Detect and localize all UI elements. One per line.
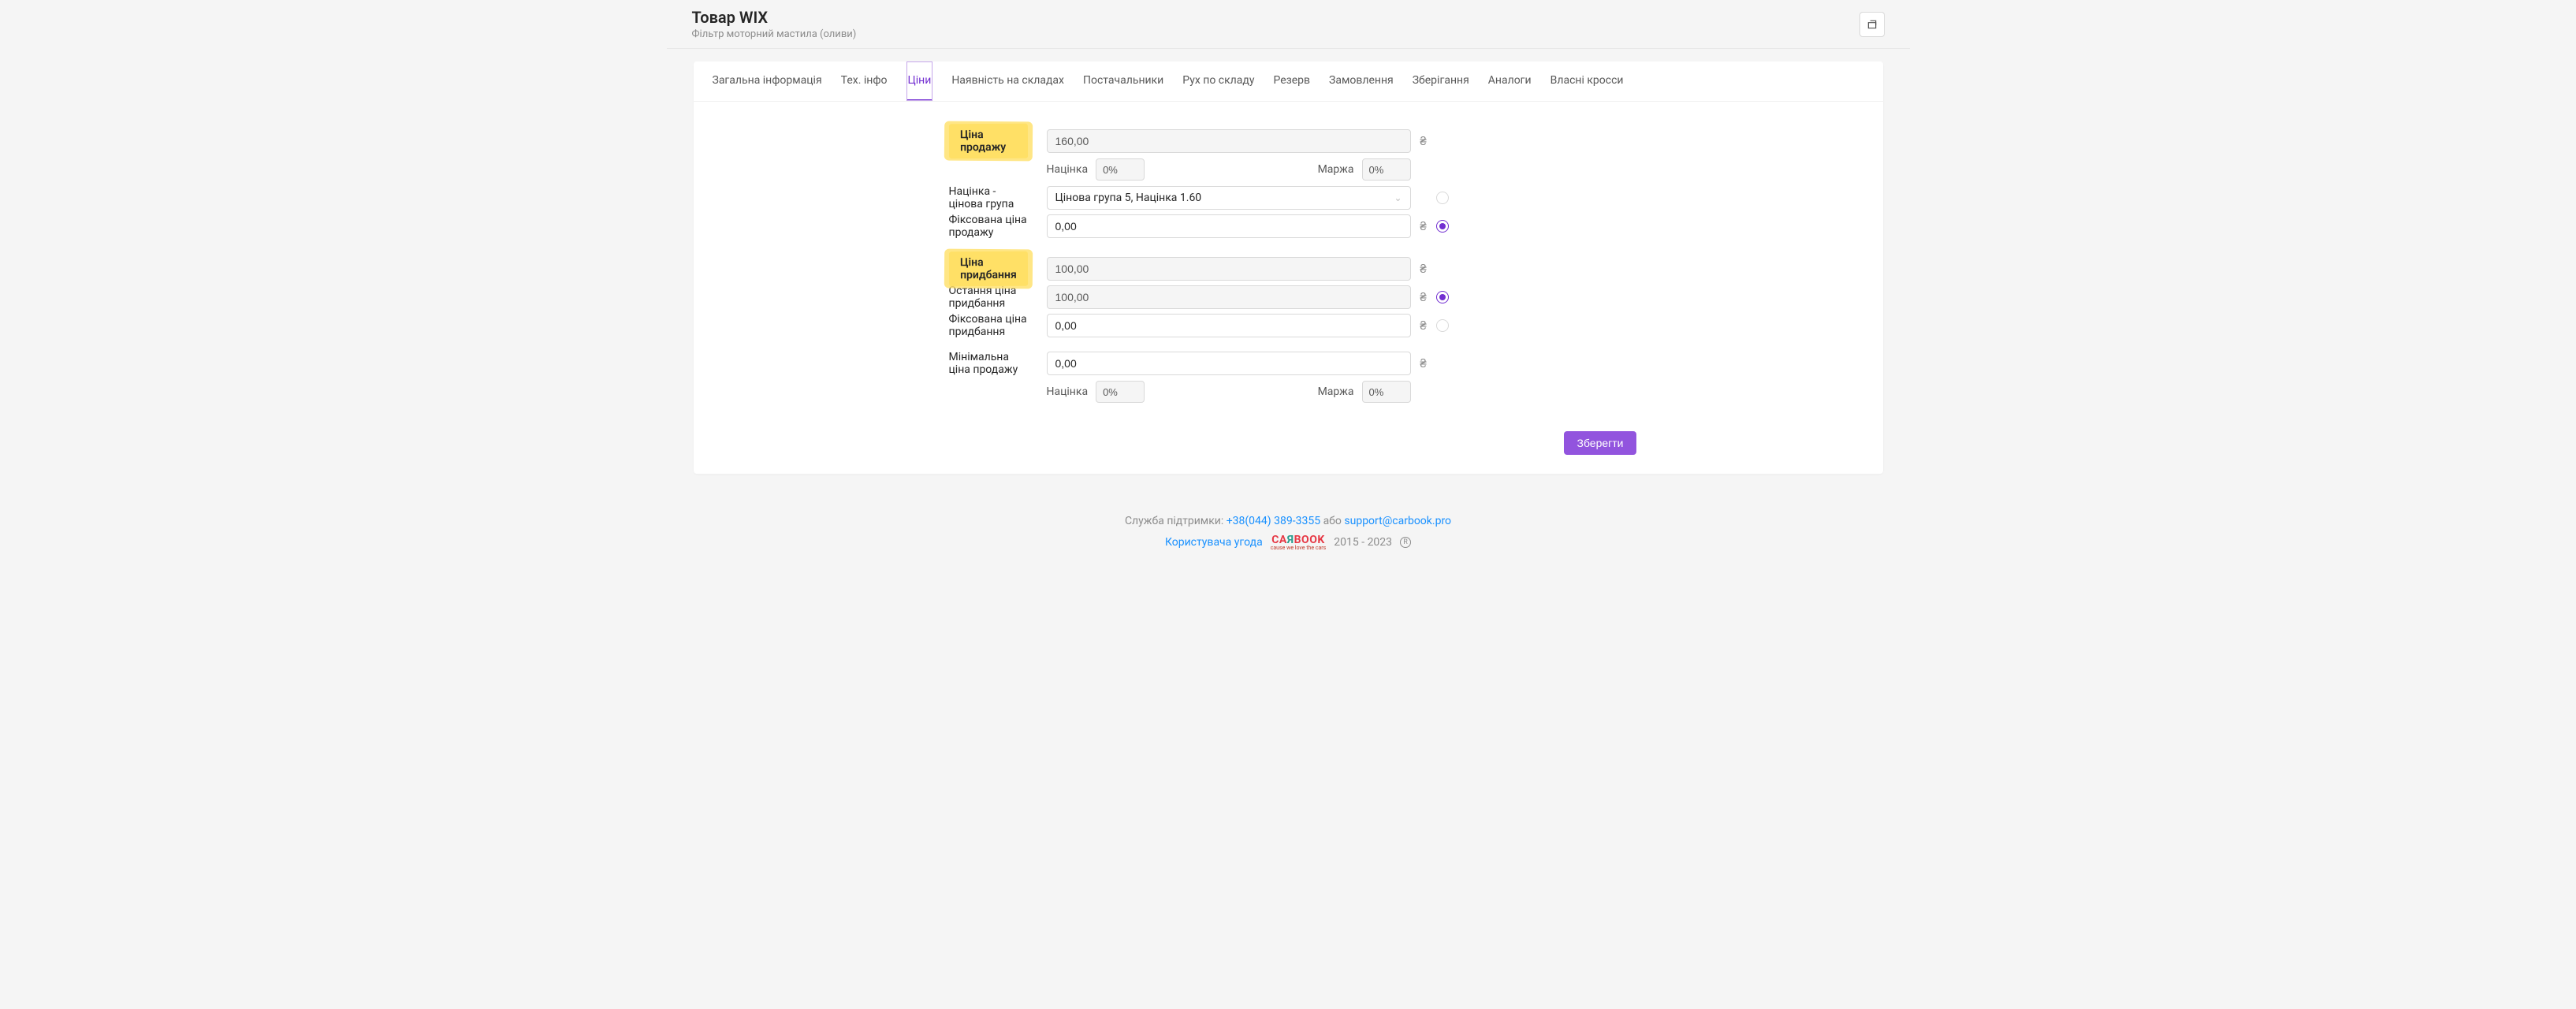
input-min-margin[interactable] [1362, 381, 1411, 403]
tab-orders[interactable]: Замовлення [1329, 61, 1394, 101]
footer-copyright: 2015 - 2023 [1334, 536, 1392, 549]
row-sale-markup: Націнка Маржа ₴ [1047, 155, 1449, 184]
label-min-sale: Мінімальна ціна продажу [949, 349, 1028, 378]
row-purchase-price: ₴ [1047, 255, 1449, 283]
form-area: Ціна продажу Націнка - цінова група Фікс… [694, 102, 1883, 425]
select-markup-group-value: Цінова група 5, Націнка 1.60 [1055, 192, 1202, 204]
row-fixed-purchase: ₴ [1047, 311, 1449, 340]
input-sale-margin[interactable] [1362, 158, 1411, 181]
tab-crosses[interactable]: Власні кросси [1550, 61, 1624, 101]
label-fixed-purchase: Фіксована ціна придбання [949, 311, 1028, 340]
row-fixed-sale: ₴ [1047, 212, 1449, 240]
row-sale-price: ₴ [1047, 127, 1449, 155]
footer-logo: CAЯBOOK cause we love the cars [1271, 534, 1327, 551]
form-actions: Зберегти [930, 425, 1655, 474]
registered-icon: R [1400, 537, 1411, 548]
save-button[interactable]: Зберегти [1564, 431, 1636, 455]
tab-prices[interactable]: Ціни [906, 61, 933, 101]
tab-stock[interactable]: Наявність на складах [951, 61, 1064, 101]
page-subtitle: Фільтр моторний мастила (оливи) [692, 28, 857, 40]
expand-button[interactable] [1859, 12, 1885, 37]
footer-agreement-link[interactable]: Користувача угода [1165, 536, 1263, 549]
tab-movements[interactable]: Рух по складу [1182, 61, 1254, 101]
row-last-purchase: ₴ [1047, 283, 1449, 311]
footer-email-link[interactable]: support@carbook.pro [1344, 515, 1451, 527]
input-min-markup[interactable] [1096, 381, 1145, 403]
radio-fixed-purchase[interactable] [1436, 319, 1449, 332]
row-min-sale: ₴ [1047, 349, 1449, 378]
heading-sale-price: Ціна продажу [948, 124, 1027, 159]
heading-purchase-price: Ціна придбання [948, 251, 1027, 287]
input-purchase-price[interactable] [1047, 257, 1411, 281]
currency-symbol: ₴ [1419, 318, 1428, 333]
label-min-markup: Націнка [1047, 385, 1089, 398]
footer-or: або [1323, 515, 1345, 527]
label-markup: Націнка [1047, 163, 1089, 176]
tab-analogs[interactable]: Аналоги [1488, 61, 1532, 101]
input-fixed-purchase[interactable] [1047, 314, 1411, 337]
tab-general[interactable]: Загальна інформація [713, 61, 822, 101]
currency-symbol: ₴ [1419, 219, 1428, 233]
input-sale-markup[interactable] [1096, 158, 1145, 181]
input-sale-price[interactable] [1047, 129, 1411, 153]
expand-icon [1867, 19, 1878, 30]
radio-fixed-sale[interactable] [1436, 220, 1449, 233]
footer: Служба підтримки: +38(044) 389-3355 або … [667, 493, 1910, 583]
input-last-purchase[interactable] [1047, 285, 1411, 309]
chevron-down-icon: ⌄ [1394, 192, 1402, 203]
select-markup-group[interactable]: Цінова група 5, Націнка 1.60 ⌄ [1047, 186, 1411, 210]
tab-reserve[interactable]: Резерв [1273, 61, 1310, 101]
currency-symbol: ₴ [1419, 356, 1428, 370]
content-card: Загальна інформація Тех. інфо Ціни Наявн… [694, 61, 1883, 474]
radio-last-purchase[interactable] [1436, 291, 1449, 303]
tab-tech[interactable]: Тех. інфо [841, 61, 888, 101]
tab-storage[interactable]: Зберігання [1413, 61, 1469, 101]
footer-support-text: Служба підтримки: [1125, 515, 1227, 527]
tabs: Загальна інформація Тех. інфо Ціни Наявн… [694, 61, 1883, 102]
input-fixed-sale[interactable] [1047, 214, 1411, 238]
currency-symbol: ₴ [1419, 134, 1428, 148]
label-min-margin: Маржа [1318, 385, 1354, 398]
radio-markup-group[interactable] [1436, 192, 1449, 204]
page-title: Товар WIX [692, 8, 857, 27]
input-min-sale[interactable] [1047, 352, 1411, 375]
label-markup-group: Націнка - цінова група [949, 184, 1028, 212]
label-fixed-sale: Фіксована ціна продажу [949, 212, 1028, 240]
label-margin: Маржа [1318, 163, 1354, 176]
tab-suppliers[interactable]: Постачальники [1083, 61, 1163, 101]
page-header: Товар WIX Фільтр моторний мастила (оливи… [667, 0, 1910, 49]
row-min-markup: Націнка Маржа ₴ [1047, 378, 1449, 406]
row-markup-group: Цінова група 5, Націнка 1.60 ⌄ ₴ [1047, 184, 1449, 212]
currency-symbol: ₴ [1419, 262, 1428, 276]
currency-symbol: ₴ [1419, 290, 1428, 304]
footer-phone-link[interactable]: +38(044) 389-3355 [1227, 515, 1320, 527]
